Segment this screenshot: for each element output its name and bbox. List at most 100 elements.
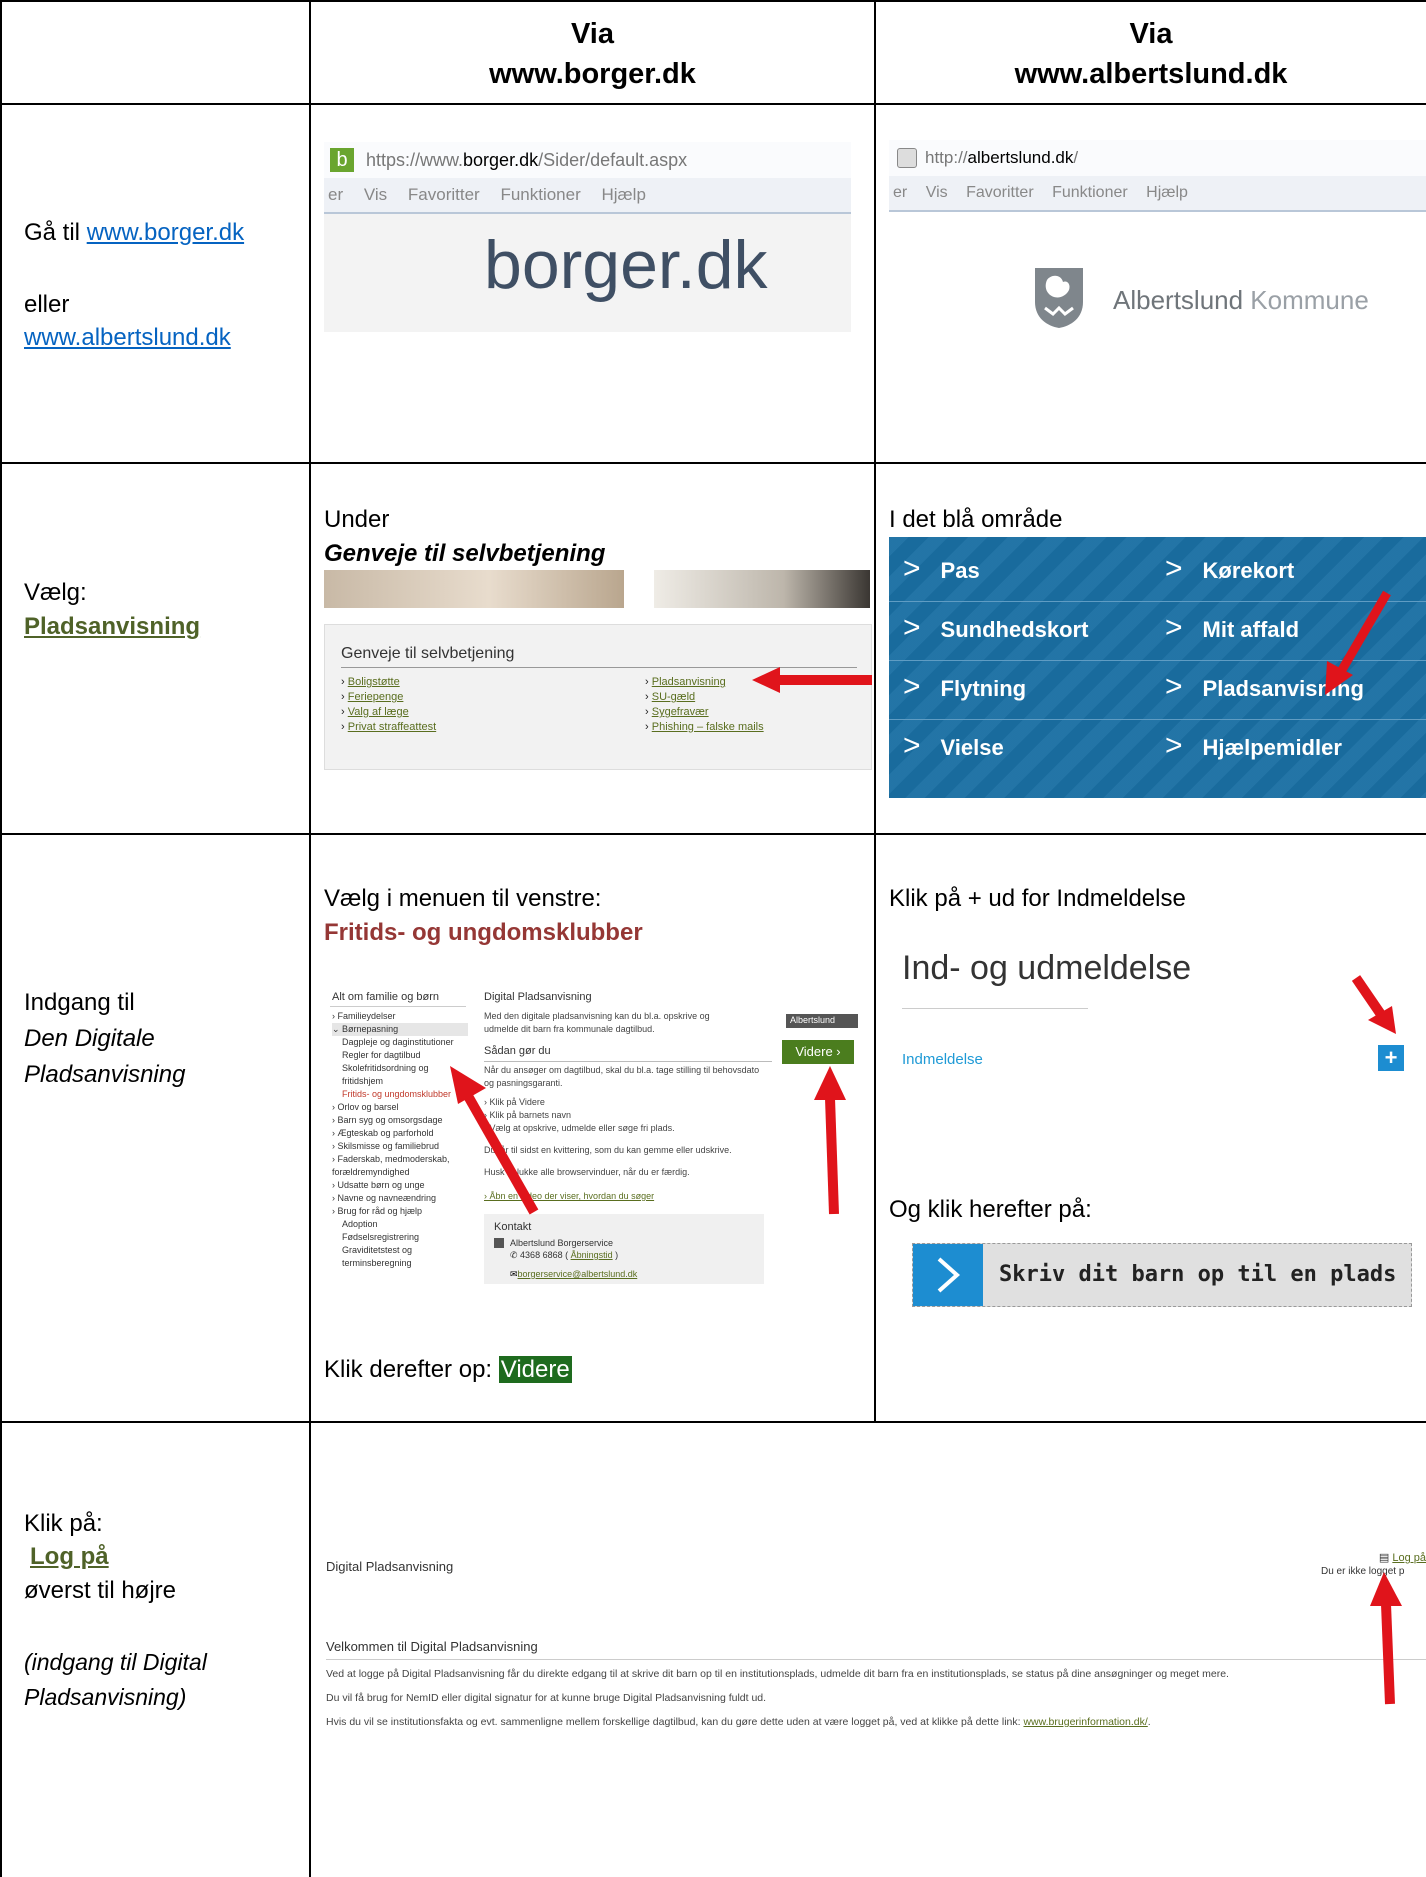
link-phishing[interactable]: Phishing – falske mails bbox=[652, 721, 764, 733]
videre-button[interactable]: Videre › bbox=[782, 1040, 854, 1064]
link-feriepenge[interactable]: Feriepenge bbox=[348, 691, 404, 703]
browser-menu-bar: er Vis Favoritter Funktioner Hjælp bbox=[324, 178, 851, 214]
go-to-text: Gå til www.borger.dk bbox=[24, 219, 245, 246]
ind-udmeldelse-heading: Ind- og udmeldelse bbox=[902, 949, 1192, 987]
plus-instruction: Klik på + ud for Indmeldelse bbox=[889, 885, 1186, 912]
brugerinformation-link[interactable]: www.brugerinformation.dk/ bbox=[1023, 1716, 1147, 1728]
tile-flytning[interactable]: > Flytning bbox=[903, 669, 1026, 707]
sidebar-title: Alt om familie og børn bbox=[332, 991, 439, 1003]
chevron-right-icon: > bbox=[903, 670, 921, 703]
address-url: https://www.borger.dk/Sider/default.aspx bbox=[366, 150, 688, 170]
table-rule bbox=[0, 833, 1426, 835]
welcome-paragraph-3: Hvis du vil se institutionsfakta og evt.… bbox=[326, 1716, 1151, 1728]
albertslund-link[interactable]: www.albertslund.dk bbox=[24, 323, 231, 353]
chevron-right-icon bbox=[937, 1257, 961, 1293]
chevron-right-icon: > bbox=[1165, 729, 1183, 762]
divider bbox=[326, 1659, 1426, 1660]
albertslund-browser-screenshot: http://albertslund.dk/ er Vis Favoritter… bbox=[889, 140, 1426, 350]
dp-login-screenshot: Digital Pladsanvisning ▤ Log på Du er ik… bbox=[311, 1423, 1426, 1877]
mail-link[interactable]: borgerservice@albertslund.dk bbox=[518, 1269, 638, 1279]
tile-vielse[interactable]: > Vielse bbox=[903, 728, 1004, 766]
login-instruction: Log på bbox=[30, 1543, 109, 1570]
red-arrow-icon bbox=[450, 1066, 539, 1215]
link-valg-af-laege[interactable]: Valg af læge bbox=[348, 706, 409, 718]
chevron-right-icon: > bbox=[903, 552, 921, 585]
menu-target: Fritids- og ungdomsklubber bbox=[324, 919, 643, 946]
tile-mit-affald[interactable]: > Mit affald bbox=[1165, 610, 1299, 648]
borger-browser-screenshot: b https://www.borger.dk/Sider/default.as… bbox=[324, 142, 851, 332]
tile-sundhedskort[interactable]: > Sundhedskort bbox=[903, 610, 1088, 648]
or-text: eller bbox=[24, 291, 70, 318]
indmeldelse-link[interactable]: Indmeldelse bbox=[902, 1050, 983, 1070]
shortcut-photo-strip bbox=[324, 570, 870, 608]
shortcut-heading: Genveje til selvbetjening bbox=[324, 540, 606, 567]
blue-area-label: I det blå område bbox=[889, 506, 1063, 533]
then-click-2: Og klik herefter på: bbox=[889, 1196, 1092, 1223]
header-via: Via bbox=[1129, 18, 1173, 50]
table-border-left bbox=[0, 0, 2, 1877]
shortcut-left-list: › Boligstøtte › Feriepenge › Valg af læg… bbox=[341, 676, 437, 733]
hours-link[interactable]: Åbningstid bbox=[571, 1250, 613, 1260]
tile-hjaelpemidler[interactable]: > Hjælpemidler bbox=[1165, 728, 1342, 766]
dp-how: Sådan gør du bbox=[484, 1045, 551, 1057]
red-arrow-icon bbox=[752, 667, 872, 693]
then-click-line: Klik derefter op: Videre bbox=[324, 1356, 572, 1383]
contact-title: Kontakt bbox=[494, 1221, 532, 1233]
login-area: ▤ Log på bbox=[1351, 1551, 1426, 1565]
login-link[interactable]: Log på bbox=[1392, 1552, 1426, 1564]
table-column-divider bbox=[874, 0, 876, 1423]
tile-pas[interactable]: > Pas bbox=[903, 551, 980, 589]
contact-phone-line: ✆ 4368 6868 ( Åbningstid ) bbox=[510, 1250, 619, 1260]
red-arrow-icon bbox=[1325, 590, 1391, 695]
link-pladsanvisning[interactable]: Pladsanvisning bbox=[652, 676, 726, 688]
header-via: Via bbox=[570, 18, 614, 50]
menu-instruction: Vælg i menuen til venstre: bbox=[324, 885, 602, 912]
chevron-right-icon: > bbox=[903, 729, 921, 762]
albertslund-crest-icon bbox=[1035, 268, 1083, 328]
municipality-select[interactable]: Albertslund bbox=[786, 1014, 858, 1028]
write-child-button[interactable]: Skriv dit barn op til en plads bbox=[912, 1243, 1412, 1307]
note-line-1: (indgang til Digital bbox=[24, 1649, 207, 1675]
dp-login-title: Digital Pladsanvisning bbox=[326, 1559, 454, 1574]
table-border-top bbox=[0, 0, 1426, 2]
welcome-heading: Velkommen til Digital Pladsanvisning bbox=[326, 1639, 538, 1654]
choose-label: Vælg: bbox=[24, 579, 87, 606]
welcome-paragraph-1: Ved at logge på Digital Pladsanvisning f… bbox=[326, 1668, 1229, 1680]
welcome-paragraph-2: Du vil få brug for NemID eller digital s… bbox=[326, 1692, 767, 1704]
dp-intro: Med den digitale pladsanvisning kan du b… bbox=[484, 1011, 710, 1034]
chevron-right-icon: > bbox=[903, 611, 921, 644]
link-privat-straffeattest[interactable]: Privat straffeattest bbox=[348, 721, 436, 733]
minus-icon[interactable] bbox=[494, 1238, 504, 1248]
red-arrow-icon bbox=[814, 1066, 846, 1215]
contact-mail-line: ✉borgerservice@albertslund.dk bbox=[510, 1268, 637, 1281]
borger-link[interactable]: www.borger.dk bbox=[87, 219, 244, 246]
under-label: Under bbox=[324, 506, 390, 533]
shortcut-box-title: Genveje til selvbetjening bbox=[341, 645, 515, 662]
red-arrow-icon bbox=[1370, 1572, 1402, 1705]
tile-koerekort[interactable]: > Kørekort bbox=[1165, 551, 1294, 589]
entry-line-2: Den Digitale bbox=[24, 1025, 155, 1052]
plus-button[interactable]: + bbox=[1378, 1045, 1404, 1071]
link-sygefravaer[interactable]: Sygefravær bbox=[652, 706, 709, 718]
red-arrow-icon bbox=[1352, 975, 1396, 1034]
link-su-gaeld[interactable]: SU-gæld bbox=[652, 691, 695, 703]
blue-tile-area: > Pas > Sundhedskort > Flytning > Vielse > Kø… bbox=[889, 537, 1426, 798]
albertslund-logo-text: Albertslund Kommune bbox=[1113, 285, 1369, 315]
browser-menu-bar: er Vis Favoritter Funktioner Hjælp bbox=[889, 176, 1426, 212]
header-borger: Via www.borger.dk bbox=[311, 14, 874, 94]
divider bbox=[889, 719, 1426, 720]
header-borger-url: www.borger.dk bbox=[489, 58, 696, 90]
chevron-right-icon: > bbox=[1165, 552, 1183, 585]
document-page: { "header": { "col2_line1": "Via", "col2… bbox=[0, 0, 1426, 1877]
dp-page-screenshot: Alt om familie og børn › Familieydelser … bbox=[324, 984, 870, 1284]
divider bbox=[330, 1006, 466, 1007]
table-rule bbox=[0, 462, 1426, 464]
shortcut-box: Genveje til selvbetjening › Boligstøtte … bbox=[324, 624, 872, 770]
address-url: http://albertslund.dk/ bbox=[925, 148, 1079, 167]
choose-pladsanvisning: Pladsanvisning bbox=[24, 613, 201, 640]
top-right-text: øverst til højre bbox=[24, 1577, 177, 1604]
link-boligstotte[interactable]: Boligstøtte bbox=[348, 676, 400, 688]
entry-line-1: Indgang til bbox=[24, 989, 135, 1016]
videre-highlight: Videre bbox=[498, 1356, 572, 1383]
shortcut-right-list: › Pladsanvisning › SU-gæld › Sygefravær … bbox=[645, 676, 764, 733]
